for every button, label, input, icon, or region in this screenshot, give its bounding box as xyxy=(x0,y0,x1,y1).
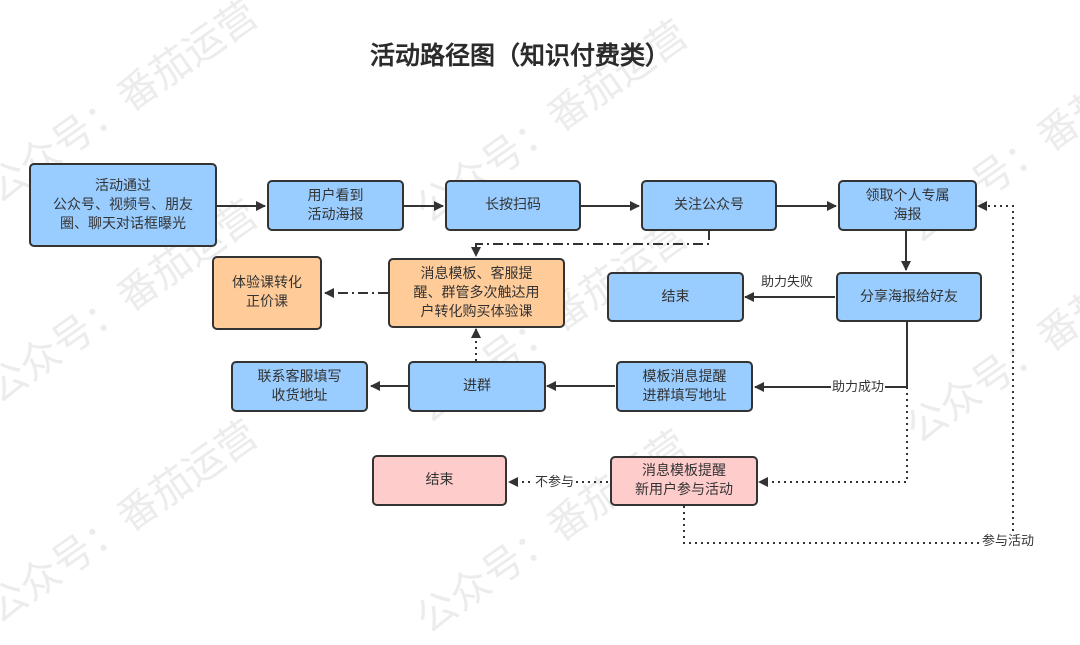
edge-label-success: 助力成功 xyxy=(831,380,886,396)
edge-label-join: 参与活动 xyxy=(981,534,1036,550)
node-end-no: 结束 xyxy=(372,455,507,506)
edge-label-fail: 助力失败 xyxy=(760,275,815,291)
node-share: 分享海报给好友 xyxy=(836,272,982,322)
edge-follow-to-touch xyxy=(471,230,710,257)
node-see-poster: 用户看到 活动海报 xyxy=(267,180,404,231)
edge-share-to-template-msg xyxy=(754,322,908,392)
node-get-poster: 领取个人专属 海报 xyxy=(838,180,977,231)
node-template-msg: 模板消息提醒 进群填写地址 xyxy=(616,361,753,412)
node-join-group: 进群 xyxy=(408,361,546,412)
node-scan: 长按扫码 xyxy=(445,180,581,231)
node-exposure: 活动通过 公众号、视频号、朋友 圈、聊天对话框曝光 xyxy=(29,163,217,247)
node-convert: 体验课转化 正价课 xyxy=(212,256,322,330)
node-touch: 消息模板、客服提 醒、群管多次触达用 户转化购买体验课 xyxy=(388,258,565,328)
node-end-fail: 结束 xyxy=(607,272,744,322)
node-new-user-msg: 消息模板提醒 新用户参与活动 xyxy=(610,456,758,506)
edge-share-to-new-user-msg xyxy=(758,387,908,487)
node-follow: 关注公众号 xyxy=(641,180,777,231)
node-contact-cs: 联系客服填写 收货地址 xyxy=(231,361,368,412)
edge-label-no-join: 不参与 xyxy=(534,475,576,491)
